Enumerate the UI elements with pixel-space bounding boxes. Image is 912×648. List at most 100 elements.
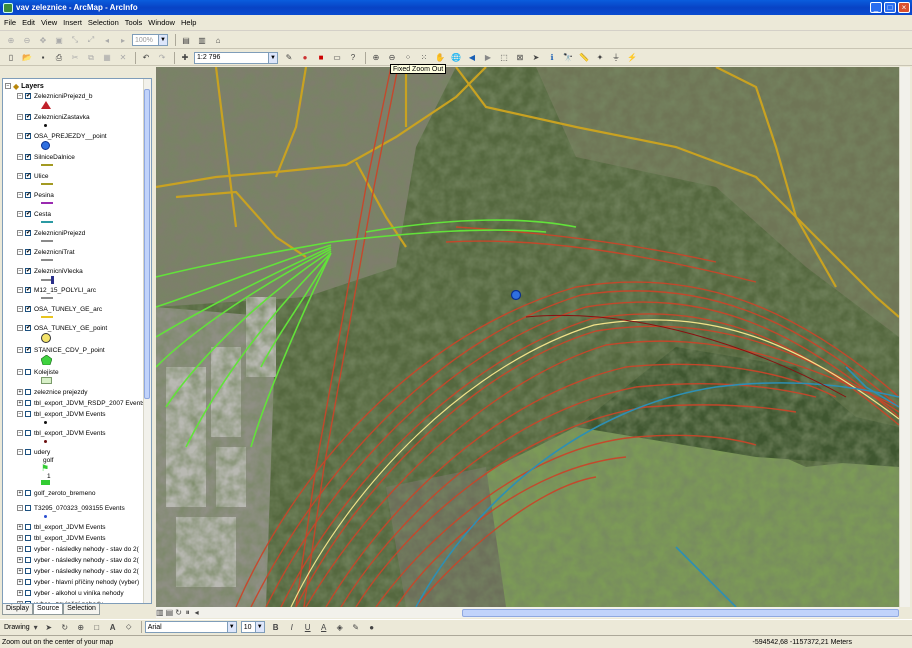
toc-layer-row[interactable]: − udery (17, 447, 50, 457)
toc-layer-row[interactable]: − ✔ Cesta (17, 209, 51, 219)
font-name-combo[interactable]: Arial ▼ (144, 621, 237, 633)
layer-visibility-checkbox[interactable] (25, 524, 31, 530)
identify-icon[interactable]: ℹ (545, 51, 559, 64)
forward-extent-page-icon[interactable]: ▸ (116, 34, 130, 47)
font-size-combo[interactable]: 10 ▼ (240, 621, 265, 633)
undo-icon[interactable]: ↶ (139, 51, 153, 64)
zoom-out-icon[interactable]: ⊖ (385, 51, 399, 64)
layer-visibility-checkbox[interactable] (25, 579, 31, 585)
refresh-view-icon[interactable]: ↻ (175, 606, 182, 619)
pan-icon[interactable]: ✋ (433, 51, 447, 64)
arctoolbox-icon[interactable]: ■ (314, 51, 328, 64)
toc-layer-row[interactable]: + tbl_export_JDVM Events (17, 522, 106, 532)
layer-name[interactable]: tbl_export_JDVM Events (34, 411, 106, 418)
open-icon[interactable]: 📂 (20, 51, 34, 64)
layer-visibility-checkbox[interactable] (25, 449, 31, 455)
layer-name[interactable]: vyber - alkohol u viníka nehody (34, 590, 124, 597)
layer-name[interactable]: M12_15_POLYLI_arc (34, 287, 96, 294)
collapse-icon[interactable]: − (17, 287, 23, 293)
scroll-left-icon[interactable]: ◂ (193, 606, 200, 619)
collapse-icon[interactable]: − (17, 411, 23, 417)
new-document-icon[interactable]: ▯ (4, 51, 18, 64)
layer-visibility-checkbox[interactable]: ✔ (25, 173, 31, 179)
layer-name[interactable]: golf_zeroto_bremeno (34, 490, 95, 497)
collapse-icon[interactable]: − (17, 211, 23, 217)
text-tool-icon[interactable]: A (106, 621, 120, 634)
layer-visibility-checkbox[interactable] (25, 505, 31, 511)
collapse-icon[interactable]: − (5, 83, 11, 89)
tab-display[interactable]: Display (2, 604, 33, 615)
layer-name[interactable]: OSA_TUNELY_GE_arc (34, 306, 102, 313)
collapse-icon[interactable]: − (17, 268, 23, 274)
expand-icon[interactable]: + (17, 546, 23, 552)
layer-name[interactable]: vyber - následky nehody - stav do 2( (34, 546, 139, 553)
layer-name[interactable]: ZeleznicniPrejezd_b (34, 93, 93, 100)
layer-name[interactable]: Pesina (34, 192, 54, 199)
collapse-icon[interactable]: − (17, 133, 23, 139)
page-zoom-combo[interactable]: 100% ▼ (132, 34, 168, 46)
toc-layer-row[interactable]: + golf_zeroto_bremeno (17, 488, 95, 498)
back-extent-icon[interactable]: ◀ (465, 51, 479, 64)
layer-name[interactable]: tbl_export_JDVM Events (34, 535, 106, 542)
toc-layer-row[interactable]: − ✔ ZeleznicniTrat (17, 247, 75, 257)
bold-icon[interactable]: B (269, 621, 283, 634)
toc-layer-row[interactable]: + vyber - hlavní příčiny nehody (vyber) (17, 577, 139, 587)
pan-page-icon[interactable]: ✥ (36, 34, 50, 47)
layer-name[interactable]: tbl_export_JDVM_RSDP_2007 Events (34, 400, 145, 407)
map-vertical-scrollbar[interactable] (899, 67, 910, 607)
layer-visibility-checkbox[interactable]: ✔ (25, 249, 31, 255)
layer-name[interactable]: ZeleznicniPrejezd (34, 230, 85, 237)
tab-source[interactable]: Source (32, 604, 64, 615)
arccatalog-icon[interactable]: ● (298, 51, 312, 64)
toc-layer-row[interactable]: + vyber - alkohol u viníka nehody (17, 588, 124, 598)
layer-name[interactable]: OSA_TUNELY_GE_point (34, 325, 107, 332)
line-color-icon[interactable]: ✎ (349, 621, 363, 634)
expand-icon[interactable]: + (17, 590, 23, 596)
focus-data-frame-icon[interactable]: ▥ (195, 34, 209, 47)
layer-name[interactable]: SilniceDalnice (34, 154, 75, 161)
layer-visibility-checkbox[interactable] (25, 490, 31, 496)
collapse-icon[interactable]: − (17, 449, 23, 455)
collapse-icon[interactable]: − (17, 505, 23, 511)
redo-icon[interactable]: ↷ (155, 51, 169, 64)
fixed-zoom-in-page-icon[interactable]: ⤡ (68, 34, 82, 47)
layer-name[interactable]: T3295_070323_093155 Events (34, 505, 125, 512)
layer-visibility-checkbox[interactable]: ✔ (25, 211, 31, 217)
expand-icon[interactable]: + (17, 579, 23, 585)
toc-layer-row[interactable]: − ✔ OSA_TUNELY_GE_point (17, 323, 107, 333)
layer-name[interactable]: ZeleznicniZastavka (34, 114, 90, 121)
collapse-icon[interactable]: − (17, 114, 23, 120)
toc-layer-row[interactable]: − ✔ OSA_PREJEZDY__point (17, 131, 107, 141)
delete-icon[interactable]: ✕ (116, 51, 130, 64)
zoom-in-icon[interactable]: ⊕ (369, 51, 383, 64)
layer-name[interactable]: tbl_export_JDVM Events (34, 524, 106, 531)
collapse-icon[interactable]: − (17, 230, 23, 236)
fill-color-icon[interactable]: ◈ (333, 621, 347, 634)
layer-visibility-checkbox[interactable] (25, 590, 31, 596)
cut-icon[interactable]: ✂ (68, 51, 82, 64)
layer-visibility-checkbox[interactable] (25, 430, 31, 436)
menu-window[interactable]: Window (148, 18, 175, 27)
lightning-icon[interactable]: ⚡ (625, 51, 639, 64)
layer-visibility-checkbox[interactable] (25, 535, 31, 541)
expand-icon[interactable]: + (17, 389, 23, 395)
copy-icon[interactable]: ⧉ (84, 51, 98, 64)
layer-visibility-checkbox[interactable]: ✔ (25, 287, 31, 293)
goto-xy-icon[interactable]: ✦ (593, 51, 607, 64)
expand-icon[interactable]: + (17, 535, 23, 541)
edit-vertices-icon[interactable]: ⬦ (122, 621, 136, 634)
toc-layer-row[interactable]: − tbl_export_JDVM Events (17, 409, 106, 419)
layer-name[interactable]: Kolejiste (34, 369, 59, 376)
layer-visibility-checkbox[interactable]: ✔ (25, 93, 31, 99)
expand-icon[interactable]: + (17, 557, 23, 563)
collapse-icon[interactable]: − (17, 306, 23, 312)
toc-layer-row[interactable]: + tbl_export_JDVM Events (17, 533, 106, 543)
layer-visibility-checkbox[interactable]: ✔ (25, 306, 31, 312)
tab-selection[interactable]: Selection (63, 604, 100, 615)
command-line-icon[interactable]: ▭ (330, 51, 344, 64)
toc-layer-row[interactable]: − ✔ Pesina (17, 190, 54, 200)
map-canvas[interactable] (156, 67, 899, 607)
toc-layer-row[interactable]: − ✔ ZeleznicniVlecka (17, 266, 83, 276)
layer-visibility-checkbox[interactable] (25, 400, 31, 406)
forward-extent-icon[interactable]: ▶ (481, 51, 495, 64)
